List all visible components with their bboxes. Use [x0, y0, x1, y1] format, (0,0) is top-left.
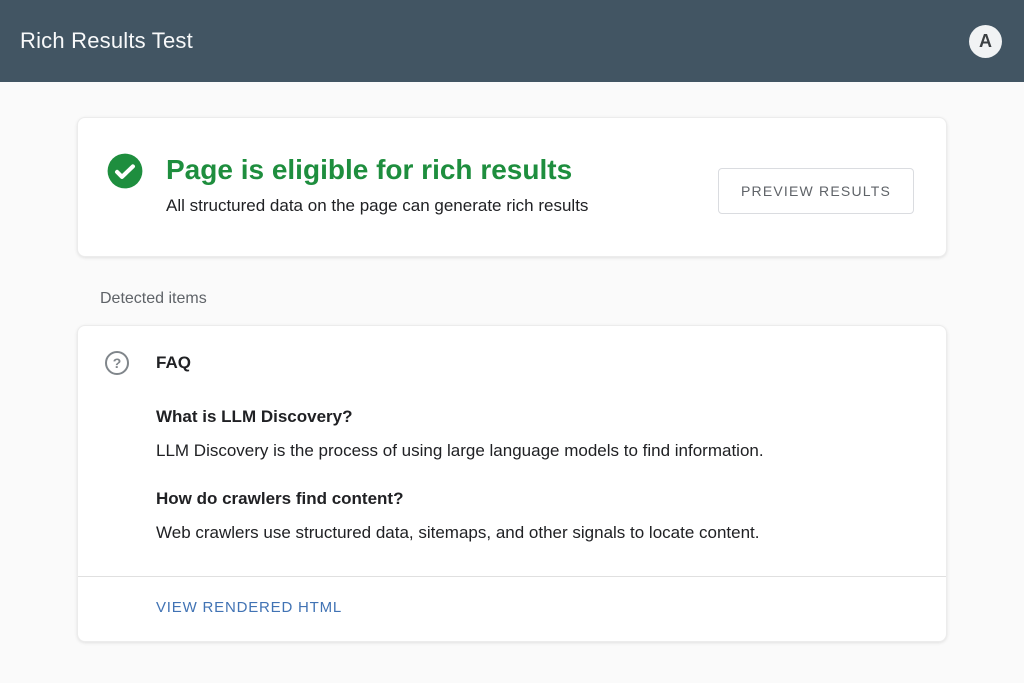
- faq-item: How do crawlers find content? Web crawle…: [156, 488, 914, 544]
- result-heading: Page is eligible for rich results: [166, 152, 718, 188]
- view-rendered-html-link[interactable]: VIEW RENDERED HTML: [156, 599, 342, 616]
- faq-qa-list: What is LLM Discovery? LLM Discovery is …: [78, 375, 946, 576]
- faq-answer: LLM Discovery is the process of using la…: [156, 440, 914, 462]
- result-subtitle: All structured data on the page can gene…: [166, 195, 718, 217]
- result-text-block: Page is eligible for rich results All st…: [166, 152, 718, 217]
- page-title: Rich Results Test: [20, 28, 193, 54]
- faq-question: What is LLM Discovery?: [156, 406, 914, 428]
- check-circle-icon: [106, 152, 144, 190]
- faq-answer: Web crawlers use structured data, sitema…: [156, 522, 914, 544]
- faq-card-header: ? FAQ: [78, 326, 946, 375]
- faq-item: What is LLM Discovery? LLM Discovery is …: [156, 406, 914, 462]
- faq-detected-item-card: ? FAQ What is LLM Discovery? LLM Discove…: [77, 325, 947, 642]
- detected-items-label: Detected items: [100, 290, 947, 308]
- faq-card-footer: VIEW RENDERED HTML: [78, 577, 946, 641]
- main-content: Page is eligible for rich results All st…: [0, 82, 1024, 642]
- user-avatar[interactable]: A: [969, 25, 1002, 58]
- help-circle-icon: ?: [105, 351, 129, 375]
- faq-question: How do crawlers find content?: [156, 488, 914, 510]
- app-header: Rich Results Test A: [0, 0, 1024, 82]
- faq-type-label: FAQ: [156, 353, 191, 373]
- preview-results-button[interactable]: PREVIEW RESULTS: [718, 168, 914, 214]
- eligibility-result-card: Page is eligible for rich results All st…: [77, 117, 947, 257]
